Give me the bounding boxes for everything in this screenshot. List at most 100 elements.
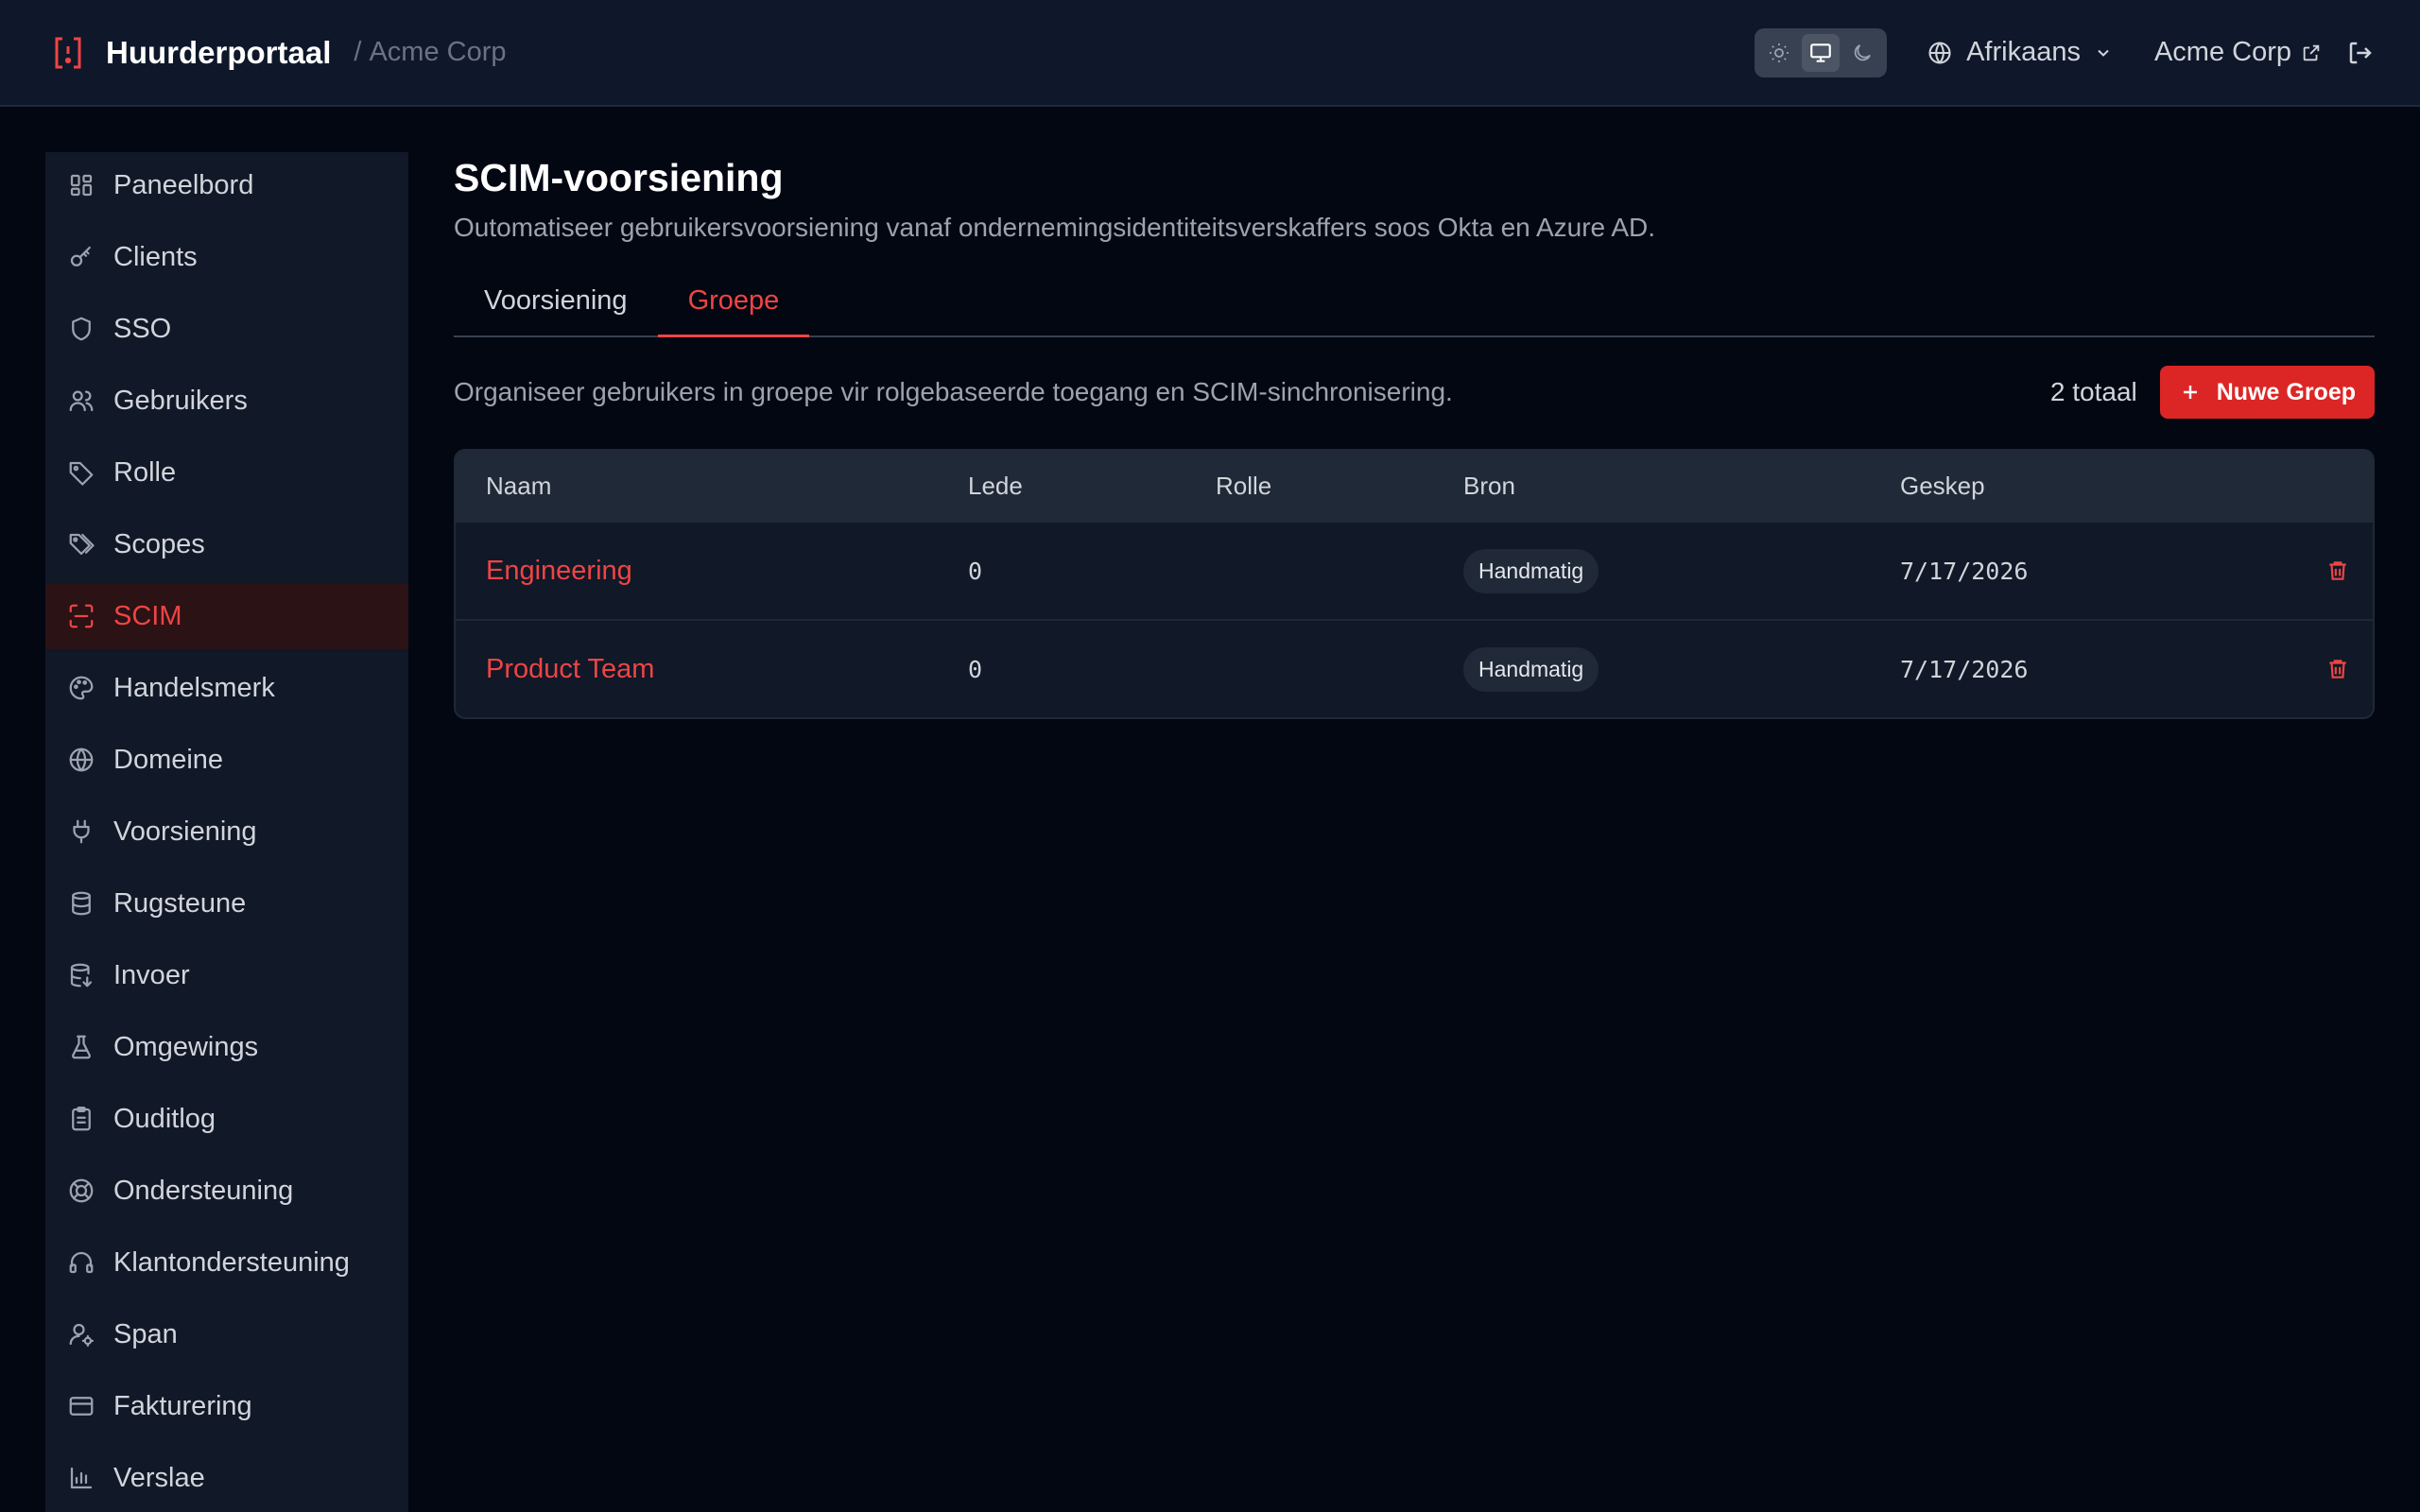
sidebar-item-paneelbord[interactable]: Paneelbord xyxy=(45,152,408,218)
source-badge: Handmatig xyxy=(1463,548,1599,593)
tab-bar: Voorsiening Groepe xyxy=(454,279,2375,337)
breadcrumb: / Acme Corp xyxy=(354,37,506,68)
sidebar-item-label: Clients xyxy=(113,241,198,272)
clipboard-icon xyxy=(66,1104,96,1134)
new-group-label: Nuwe Groep xyxy=(2216,378,2356,405)
delete-trash-icon[interactable] xyxy=(2325,558,2350,584)
sidebar-item-label: Verslae xyxy=(113,1462,205,1493)
tenant-link-label: Acme Corp xyxy=(2153,37,2291,67)
shield-icon xyxy=(66,314,96,344)
credit-card-icon xyxy=(66,1391,96,1421)
language-select[interactable]: Afrikaans xyxy=(1927,37,2113,68)
members-count: 0 xyxy=(968,655,983,683)
plug-icon xyxy=(66,816,96,847)
sidebar-item-ondersteuning[interactable]: Ondersteuning xyxy=(45,1158,408,1224)
sidebar-item-sso[interactable]: SSO xyxy=(45,296,408,362)
sidebar-item-label: Omgewings xyxy=(113,1031,259,1062)
source-badge: Handmatig xyxy=(1463,646,1599,692)
groups-toolbar: Organiseer gebruikers in groepe vir rolg… xyxy=(454,366,2375,419)
column-header-rolle: Rolle xyxy=(1216,471,1272,500)
dashboard-icon xyxy=(66,170,96,200)
tag-icon xyxy=(66,457,96,488)
sidebar: Paneelbord Clients SSO Gebruikers Rolle Scope… xyxy=(45,152,408,1512)
sidebar-item-verslae[interactable]: Verslae xyxy=(45,1445,408,1511)
sidebar-item-label: SCIM xyxy=(113,600,182,631)
sidebar-item-label: Rugsteune xyxy=(113,887,247,919)
sidebar-item-span[interactable]: Span xyxy=(45,1301,408,1367)
sidebar-item-label: Voorsiening xyxy=(113,816,257,847)
chevron-down-icon xyxy=(2094,43,2113,62)
scan-icon xyxy=(66,601,96,631)
column-header-bron: Bron xyxy=(1463,471,1515,500)
column-header-naam: Naam xyxy=(486,471,552,500)
logout-icon[interactable] xyxy=(2346,39,2375,67)
user-cog-icon xyxy=(66,1319,96,1349)
tab-groepe[interactable]: Groepe xyxy=(657,279,810,337)
headset-icon xyxy=(66,1247,96,1278)
database-icon xyxy=(66,888,96,919)
table-row: Engineering 0 Handmatig 7/17/2026 xyxy=(456,521,2373,619)
group-name-link[interactable]: Product Team xyxy=(486,654,654,684)
sidebar-item-label: Scopes xyxy=(113,528,205,559)
sidebar-item-label: Domeine xyxy=(113,744,224,775)
sidebar-item-rugsteune[interactable]: Rugsteune xyxy=(45,870,408,936)
sidebar-item-fakturering[interactable]: Fakturering xyxy=(45,1373,408,1439)
globe-icon xyxy=(1927,40,1953,66)
members-count: 0 xyxy=(968,557,983,585)
sidebar-item-label: Klantondersteuning xyxy=(113,1246,350,1278)
column-header-lede: Lede xyxy=(968,471,1023,500)
tags-icon xyxy=(66,529,96,559)
group-name-link[interactable]: Engineering xyxy=(486,556,632,586)
brand-logo-icon[interactable] xyxy=(49,34,87,72)
breadcrumb-tenant: Acme Corp xyxy=(369,37,507,67)
sidebar-item-label: Invoer xyxy=(113,959,190,990)
sidebar-item-gebruikers[interactable]: Gebruikers xyxy=(45,368,408,434)
tenant-external-link[interactable]: Acme Corp xyxy=(2154,37,2322,68)
theme-toggle xyxy=(1754,27,1888,77)
new-group-button[interactable]: Nuwe Groep xyxy=(2159,366,2375,419)
sidebar-item-label: Handelsmerk xyxy=(113,672,275,703)
sidebar-item-voorsiening[interactable]: Voorsiening xyxy=(45,799,408,865)
main-content: SCIM-voorsiening Outomatiseer gebruikers… xyxy=(454,152,2375,719)
external-link-icon xyxy=(2301,43,2322,63)
sidebar-item-label: Span xyxy=(113,1318,178,1349)
total-count: 2 totaal xyxy=(2049,377,2137,406)
sidebar-item-label: Ouditlog xyxy=(113,1103,216,1134)
sidebar-item-label: SSO xyxy=(113,313,172,344)
database-import-icon xyxy=(66,960,96,990)
sidebar-item-scopes[interactable]: Scopes xyxy=(45,511,408,577)
groups-table: Naam Lede Rolle Bron Geskep Engineering … xyxy=(454,449,2375,719)
sidebar-item-label: Fakturering xyxy=(113,1390,252,1421)
top-bar: Huurderportaal / Acme Corp Afrikaans Acm… xyxy=(0,0,2420,107)
users-icon xyxy=(66,386,96,416)
sidebar-item-ouditlog[interactable]: Ouditlog xyxy=(45,1086,408,1152)
globe-icon xyxy=(66,745,96,775)
moon-icon[interactable] xyxy=(1843,34,1881,72)
brand-name[interactable]: Huurderportaal xyxy=(106,35,331,71)
sidebar-item-omgewings[interactable]: Omgewings xyxy=(45,1014,408,1080)
sidebar-item-clients[interactable]: Clients xyxy=(45,224,408,290)
table-row: Product Team 0 Handmatig 7/17/2026 xyxy=(456,619,2373,717)
sidebar-item-handelsmerk[interactable]: Handelsmerk xyxy=(45,655,408,721)
palette-icon xyxy=(66,673,96,703)
breadcrumb-separator: / xyxy=(354,37,362,67)
column-header-geskep: Geskep xyxy=(1900,471,1985,500)
delete-trash-icon[interactable] xyxy=(2325,656,2350,682)
sidebar-item-label: Rolle xyxy=(113,456,177,488)
sidebar-item-label: Ondersteuning xyxy=(113,1175,294,1206)
sidebar-item-domeine[interactable]: Domeine xyxy=(45,727,408,793)
sidebar-item-label: Gebruikers xyxy=(113,385,248,416)
page-title: SCIM-voorsiening xyxy=(454,156,784,199)
sidebar-item-invoer[interactable]: Invoer xyxy=(45,942,408,1008)
bar-chart-icon xyxy=(66,1463,96,1493)
sun-icon[interactable] xyxy=(1760,34,1798,72)
page-subtitle: Outomatiseer gebruikersvoorsiening vanaf… xyxy=(454,213,1656,242)
sidebar-item-rolle[interactable]: Rolle xyxy=(45,439,408,506)
key-icon xyxy=(66,242,96,272)
sidebar-item-klantondersteuning[interactable]: Klantondersteuning xyxy=(45,1229,408,1296)
monitor-icon[interactable] xyxy=(1802,33,1841,72)
tab-voorsiening[interactable]: Voorsiening xyxy=(454,279,658,337)
sidebar-item-scim[interactable]: SCIM xyxy=(45,583,408,649)
plus-icon xyxy=(2179,381,2202,404)
lifebuoy-icon xyxy=(66,1176,96,1206)
